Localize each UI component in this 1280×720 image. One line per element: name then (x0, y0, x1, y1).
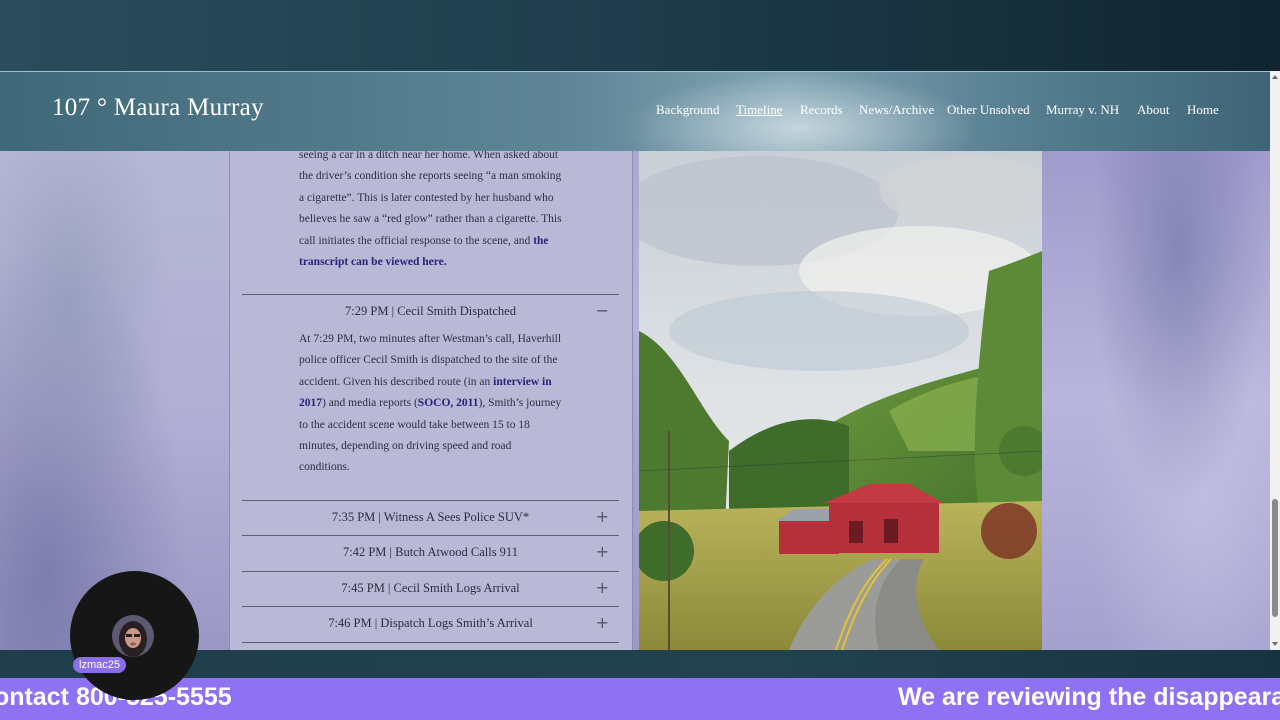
interview-link[interactable]: 2017 (299, 397, 322, 409)
nav-home[interactable]: Home (1187, 102, 1219, 118)
accordion-title: 7:29 PM | Cecil Smith Dispatched (345, 304, 516, 318)
text-line: minutes, depending on driving speed and … (299, 440, 512, 453)
accordion-title: 7:35 PM | Witness A Sees Police SUV* (331, 510, 530, 524)
accordion-divider (242, 642, 619, 643)
scroll-up-arrow-icon[interactable] (1272, 75, 1278, 79)
text-line: to the accident scene would take between… (299, 418, 530, 431)
text-line: a cigarette”. This is later contested by… (299, 191, 554, 204)
expand-icon[interactable]: + (596, 613, 609, 632)
nav-news-archive[interactable]: News/Archive (859, 102, 934, 118)
expand-icon[interactable]: + (596, 542, 609, 561)
collapse-icon[interactable]: − (596, 301, 609, 320)
expand-icon[interactable]: + (596, 507, 609, 526)
text-line: transcript can be viewed here. (299, 252, 569, 273)
transcript-link[interactable]: the (533, 235, 548, 247)
nav-about[interactable]: About (1137, 102, 1170, 118)
text-span: ) and media reports ( (322, 397, 418, 410)
painting-svg (619, 151, 1059, 650)
text-line: the driver’s condition she reports seein… (299, 170, 562, 183)
text-line: police officer Cecil Smith is dispatched… (299, 354, 558, 367)
text-line: accident. Given his described route (in … (299, 372, 569, 393)
nav-background[interactable]: Background (656, 102, 720, 118)
accordion-item[interactable]: 7:45 PM | Cecil Smith Logs Arrival + (242, 572, 619, 606)
nav-other-unsolved[interactable]: Other Unsolved (947, 102, 1030, 118)
interview-link[interactable]: interview in (493, 376, 551, 388)
scrollbar-thumb[interactable] (1272, 499, 1278, 617)
page-scrollbar[interactable] (1270, 71, 1280, 650)
intro-paragraph: seeing a car in a ditch near her home. W… (299, 151, 569, 273)
accordion-item[interactable]: 7:42 PM | Butch Atwood Calls 911 + (242, 536, 619, 570)
main-content: seeing a car in a ditch near her home. W… (0, 151, 1270, 650)
main-nav: Background Timeline Records News/Archive… (0, 102, 1270, 122)
expand-icon[interactable]: + (596, 578, 609, 597)
timeline-panel: seeing a car in a ditch near her home. W… (229, 151, 633, 650)
top-band (0, 0, 1280, 71)
avatar-username-badge: lzmac25 (73, 657, 126, 673)
text-span: call initiates the official response to … (299, 234, 534, 247)
news-ticker[interactable]: ontact 800-525-5555 We are reviewing the… (0, 678, 1280, 720)
accordion-title: 7:42 PM | Butch Atwood Calls 911 (343, 545, 518, 559)
text-span: ), Smith’s journey (478, 397, 562, 410)
accordion-item-cecil-smith-dispatched[interactable]: 7:29 PM | Cecil Smith Dispatched − (242, 295, 619, 329)
barn-landscape-painting (619, 151, 1059, 650)
nav-murray-v-nh[interactable]: Murray v. NH (1046, 102, 1119, 118)
text-line: At 7:29 PM, two minutes after Westman’s … (299, 333, 562, 345)
dispatch-paragraph: At 7:29 PM, two minutes after Westman’s … (299, 329, 569, 479)
avatar[interactable] (112, 615, 154, 657)
accordion-item[interactable]: 7:46 PM | Dispatch Logs Smith’s Arrival … (242, 607, 619, 641)
background-right (1042, 151, 1270, 650)
text-line: call initiates the official response to … (299, 231, 569, 252)
accordion-title: 7:45 PM | Cecil Smith Logs Arrival (341, 581, 520, 595)
nav-timeline[interactable]: Timeline (736, 102, 782, 118)
transcript-link[interactable]: transcript can be viewed here. (299, 256, 447, 268)
scroll-down-arrow-icon[interactable] (1272, 642, 1278, 646)
text-line: seeing a car in a ditch near her home. W… (299, 151, 559, 161)
site-header: 107 ° Maura Murray Background Timeline R… (0, 71, 1270, 153)
soco-link[interactable]: SOCO, 2011 (418, 397, 479, 409)
avatar-widget[interactable]: lzmac25 (70, 571, 199, 700)
text-line: 2017) and media reports (SOCO, 2011), Sm… (299, 393, 569, 414)
text-line: conditions. (299, 461, 350, 474)
text-span: accident. Given his described route (in … (299, 375, 494, 388)
ticker-message-text: We are reviewing the disappeara (898, 683, 1280, 711)
avatar-photo-icon (112, 615, 154, 657)
text-line: believes he saw a “red glow” rather than… (299, 213, 562, 226)
accordion-item[interactable]: 7:35 PM | Witness A Sees Police SUV* + (242, 501, 619, 535)
accordion-title: 7:46 PM | Dispatch Logs Smith’s Arrival (328, 616, 533, 630)
nav-records[interactable]: Records (800, 102, 843, 118)
